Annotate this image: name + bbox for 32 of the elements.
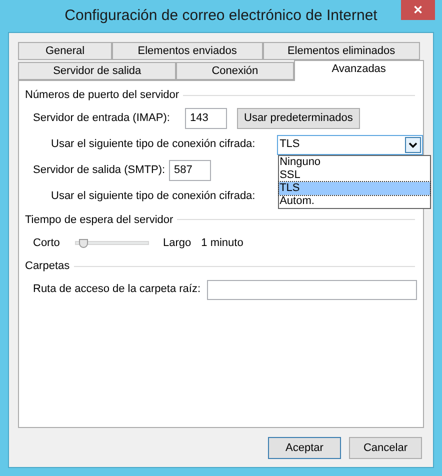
field-label: Ruta de acceso de la carpeta raíz:	[33, 282, 202, 298]
input-field[interactable]: 143	[185, 108, 227, 129]
field-label: Servidor de entrada (IMAP):	[33, 111, 171, 126]
slider-label: Largo	[163, 236, 192, 251]
dropdown-option[interactable]: Ninguno	[278, 156, 430, 168]
defaults-button[interactable]: Usar predeterminados	[237, 108, 360, 129]
slider-label: Corto	[33, 236, 61, 251]
field-label: Servidor de salida (SMTP):	[33, 163, 166, 178]
field-label: Usar el siguiente tipo de conexión cifrada:	[51, 137, 256, 152]
slider-track[interactable]	[75, 241, 149, 245]
group-heading: Números de puerto del servidor	[25, 88, 180, 103]
group-heading: Carpetas	[25, 259, 70, 274]
tab[interactable]: Elementos enviados	[112, 42, 263, 60]
tab[interactable]: Servidor de salida	[18, 62, 176, 80]
dropdown-option[interactable]: SSL	[278, 168, 430, 182]
close-button[interactable]: ✕	[401, 0, 435, 20]
tab[interactable]: Conexión	[176, 62, 294, 80]
dropdown-option[interactable]: Autom.	[278, 194, 430, 208]
slider-reading: 1 minuto	[201, 236, 244, 251]
field-label: Usar el siguiente tipo de conexión cifrada:	[51, 189, 256, 204]
window-title: Configuración de correo electrónico de Internet	[64, 6, 378, 26]
dropdown-option[interactable]: TLS	[278, 182, 430, 194]
tab[interactable]: Elementos eliminados	[262, 42, 420, 60]
slider-thumb[interactable]	[79, 239, 88, 248]
input-field[interactable]	[207, 280, 417, 300]
dialog-button[interactable]: Cancelar	[349, 437, 422, 459]
input-field[interactable]: 587	[169, 160, 211, 181]
tab[interactable]: Avanzadas	[294, 60, 424, 81]
tab[interactable]: General	[18, 42, 112, 60]
group-heading: Tiempo de espera del servidor	[25, 212, 174, 228]
chevron-down-icon	[405, 136, 421, 152]
dialog-button[interactable]: Aceptar	[268, 437, 341, 459]
